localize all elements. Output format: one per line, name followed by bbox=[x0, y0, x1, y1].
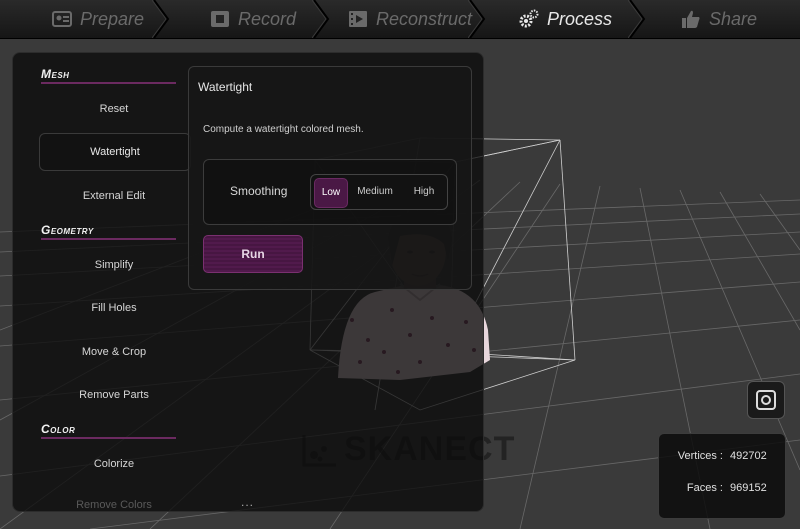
nav-step-label: Reconstruct bbox=[376, 8, 473, 29]
nav-step-reconstruct[interactable]: Reconstruct bbox=[348, 0, 472, 38]
menu-item-reset[interactable]: Reset bbox=[39, 98, 189, 120]
stat-faces: Faces : 969152 bbox=[659, 482, 785, 498]
nav-step-process[interactable]: Process bbox=[519, 0, 612, 38]
nav-step-record[interactable]: Record bbox=[210, 0, 296, 38]
workflow-nav: Prepare Record Reconstruct Process Share bbox=[0, 0, 800, 39]
camera-icon bbox=[756, 390, 776, 410]
menu-item-simplify[interactable]: Simplify bbox=[39, 254, 189, 276]
nav-separator bbox=[628, 0, 646, 38]
menu-item-remove-parts[interactable]: Remove Parts bbox=[39, 384, 189, 406]
smoothing-option-low[interactable]: Low bbox=[314, 178, 348, 208]
smoothing-group: Smoothing Low Medium High bbox=[203, 159, 457, 225]
faces-value: 969152 bbox=[730, 482, 767, 494]
section-title-mesh: Mesh bbox=[41, 67, 176, 84]
id-card-icon bbox=[52, 11, 72, 27]
vertices-value: 492702 bbox=[730, 450, 767, 462]
smoothing-label: Smoothing bbox=[230, 184, 288, 198]
mesh-stats: Vertices : 492702 Faces : 969152 bbox=[658, 433, 786, 519]
nav-step-share[interactable]: Share bbox=[681, 0, 757, 38]
nav-separator bbox=[468, 0, 486, 38]
nav-step-label: Share bbox=[709, 8, 758, 29]
nav-step-label: Prepare bbox=[80, 8, 145, 29]
panel-description: Compute a watertight colored mesh. bbox=[203, 124, 364, 135]
menu-item-move-crop[interactable]: Move & Crop bbox=[39, 341, 189, 363]
snapshot-button[interactable] bbox=[747, 381, 785, 419]
menu-item-watertight[interactable]: Watertight bbox=[39, 133, 191, 171]
watertight-options-panel: Watertight Compute a watertight colored … bbox=[188, 66, 472, 290]
scroll-more-indicator[interactable]: ... bbox=[241, 495, 254, 509]
film-camera-icon bbox=[211, 11, 229, 27]
gears-icon bbox=[519, 9, 539, 28]
smoothing-option-high[interactable]: High bbox=[405, 175, 443, 209]
menu-item-fill-holes[interactable]: Fill Holes bbox=[39, 297, 189, 319]
section-title-geometry: Geometry bbox=[41, 223, 176, 240]
nav-step-label: Record bbox=[238, 8, 297, 29]
menu-item-remove-colors[interactable]: Remove Colors bbox=[39, 496, 189, 508]
panel-title: Watertight bbox=[198, 80, 253, 94]
thumbs-up-icon bbox=[682, 10, 700, 28]
nav-step-label: Process bbox=[547, 8, 613, 29]
menu-item-external-edit[interactable]: External Edit bbox=[39, 185, 189, 207]
smoothing-selector: Low Medium High bbox=[310, 174, 448, 210]
run-button[interactable]: Run bbox=[203, 235, 303, 273]
stat-vertices: Vertices : 492702 bbox=[659, 450, 785, 466]
nav-step-prepare[interactable]: Prepare bbox=[52, 0, 144, 38]
vertices-label: Vertices : bbox=[677, 450, 723, 462]
section-title-color: Color bbox=[41, 422, 176, 439]
faces-label: Faces : bbox=[686, 482, 723, 494]
menu-item-colorize[interactable]: Colorize bbox=[39, 453, 189, 475]
nav-separator bbox=[312, 0, 330, 38]
nav-separator bbox=[152, 0, 170, 38]
smoothing-option-medium[interactable]: Medium bbox=[351, 175, 399, 209]
film-strip-icon bbox=[349, 11, 367, 27]
